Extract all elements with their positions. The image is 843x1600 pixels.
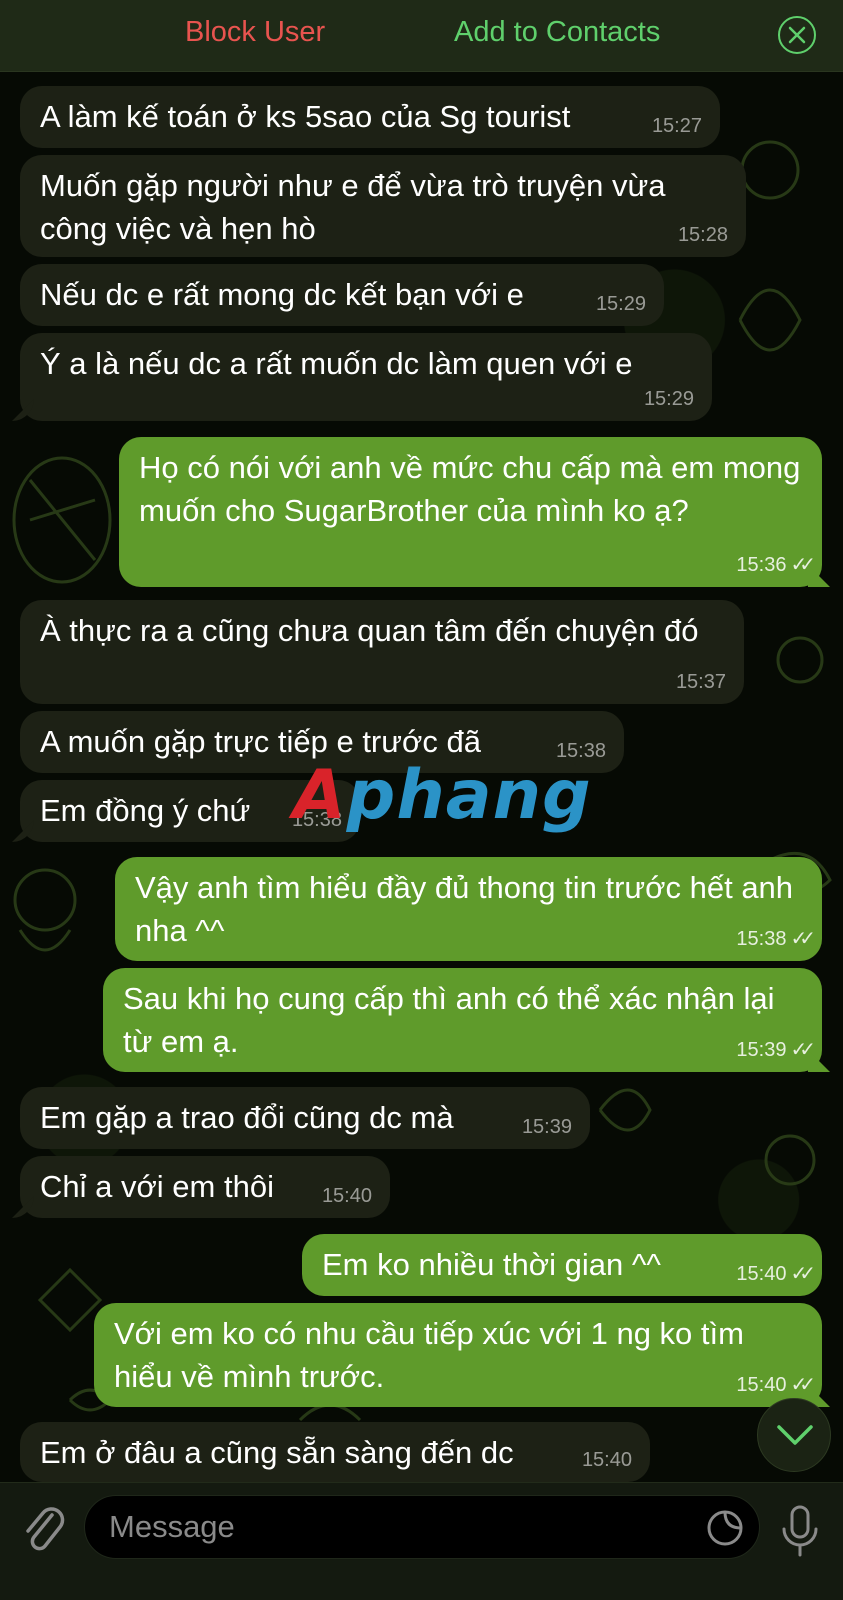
message-time: 15:28 (677, 224, 728, 246)
message-time: 15:39 (521, 1116, 572, 1138)
message-text: Sau khi họ cung cấp thì anh có thể xác n… (123, 981, 784, 1059)
message-time: 15:40 ✓✓ (736, 1374, 815, 1396)
watermark-part-blue: phang (346, 756, 592, 835)
message-outgoing[interactable]: Vậy anh tìm hiểu đầy đủ thong tin trước … (115, 857, 822, 961)
message-time-value: 15:39 (736, 1039, 787, 1061)
message-text: Chỉ a với em thôi (40, 1169, 274, 1204)
message-incoming[interactable]: Muốn gặp người như e để vừa trò truyện v… (20, 155, 746, 257)
read-checks-icon: ✓✓ (790, 1263, 815, 1285)
message-incoming[interactable]: À thực ra a cũng chưa quan tâm đến chuyệ… (20, 600, 744, 704)
message-composer (0, 1482, 843, 1600)
message-incoming[interactable]: Ý a là nếu dc a rất muốn dc làm quen với… (12, 333, 712, 421)
paperclip-icon[interactable] (22, 1501, 66, 1557)
message-time: 15:40 (321, 1185, 372, 1207)
chat-action-bar: Block User Add to Contacts (0, 0, 843, 72)
message-outgoing[interactable]: Em ko nhiều thời gian ^^ 15:40 ✓✓ (302, 1234, 822, 1296)
message-time: 15:40 ✓✓ (736, 1263, 815, 1285)
message-text: Nếu dc e rất mong dc kết bạn với e (40, 277, 524, 312)
message-text: Với em ko có nhu cầu tiếp xúc với 1 ng k… (114, 1316, 753, 1394)
message-text: Muốn gặp người như e để vừa trò truyện v… (40, 168, 675, 246)
message-incoming[interactable]: Nếu dc e rất mong dc kết bạn với e 15:29 (20, 264, 664, 326)
read-checks-icon: ✓✓ (790, 1374, 815, 1396)
message-text: À thực ra a cũng chưa quan tâm đến chuyệ… (40, 613, 699, 648)
message-time: 15:29 (643, 388, 694, 410)
message-time-value: 15:40 (736, 1374, 787, 1396)
message-outgoing[interactable]: Họ có nói với anh về mức chu cấp mà em m… (119, 437, 830, 587)
block-user-button[interactable]: Block User (185, 16, 325, 49)
message-time: 15:39 ✓✓ (736, 1039, 815, 1061)
message-time: 15:38 ✓✓ (736, 928, 815, 950)
close-icon[interactable] (778, 16, 816, 54)
message-time: 15:37 (675, 671, 726, 693)
message-text: Em gặp a trao đổi cũng dc mà (40, 1100, 454, 1135)
sticker-icon[interactable] (705, 1508, 745, 1548)
add-to-contacts-button[interactable]: Add to Contacts (454, 16, 660, 49)
scroll-down-button[interactable] (757, 1398, 831, 1472)
message-time: 15:27 (651, 115, 702, 137)
message-incoming[interactable]: Em ở đâu a cũng sẵn sàng đến dc 15:40 (20, 1422, 650, 1482)
message-input[interactable] (109, 1504, 679, 1550)
watermark-logo: Aphang (293, 756, 592, 835)
message-outgoing[interactable]: Với em ko có nhu cầu tiếp xúc với 1 ng k… (94, 1303, 830, 1407)
message-incoming[interactable]: Chỉ a với em thôi 15:40 (12, 1156, 390, 1218)
message-time-value: 15:36 (736, 554, 787, 576)
message-outgoing[interactable]: Sau khi họ cung cấp thì anh có thể xác n… (103, 968, 830, 1072)
message-time: 15:40 (581, 1449, 632, 1471)
read-checks-icon: ✓✓ (790, 1039, 815, 1061)
message-incoming[interactable]: Em gặp a trao đổi cũng dc mà 15:39 (20, 1087, 590, 1149)
message-time: 15:36 ✓✓ (736, 554, 815, 576)
message-time-value: 15:38 (736, 928, 787, 950)
read-checks-icon: ✓✓ (790, 928, 815, 950)
message-time: 15:29 (595, 293, 646, 315)
message-text: Vậy anh tìm hiểu đầy đủ thong tin trước … (135, 870, 802, 948)
message-field[interactable] (84, 1495, 760, 1559)
chevron-down-icon (777, 1425, 813, 1445)
message-incoming[interactable]: A làm kế toán ở ks 5sao của Sg tourist 1… (20, 86, 720, 148)
message-text: Họ có nói với anh về mức chu cấp mà em m… (139, 450, 809, 528)
microphone-icon[interactable] (780, 1505, 820, 1561)
message-text: A làm kế toán ở ks 5sao của Sg tourist (40, 99, 571, 134)
message-text: Em ở đâu a cũng sẵn sàng đến dc (40, 1435, 514, 1470)
message-time-value: 15:40 (736, 1263, 787, 1285)
message-text: Em ko nhiều thời gian ^^ (322, 1247, 661, 1282)
read-checks-icon: ✓✓ (790, 554, 815, 576)
message-text: Ý a là nếu dc a rất muốn dc làm quen với… (40, 346, 633, 381)
watermark-part-red: A (293, 756, 347, 835)
